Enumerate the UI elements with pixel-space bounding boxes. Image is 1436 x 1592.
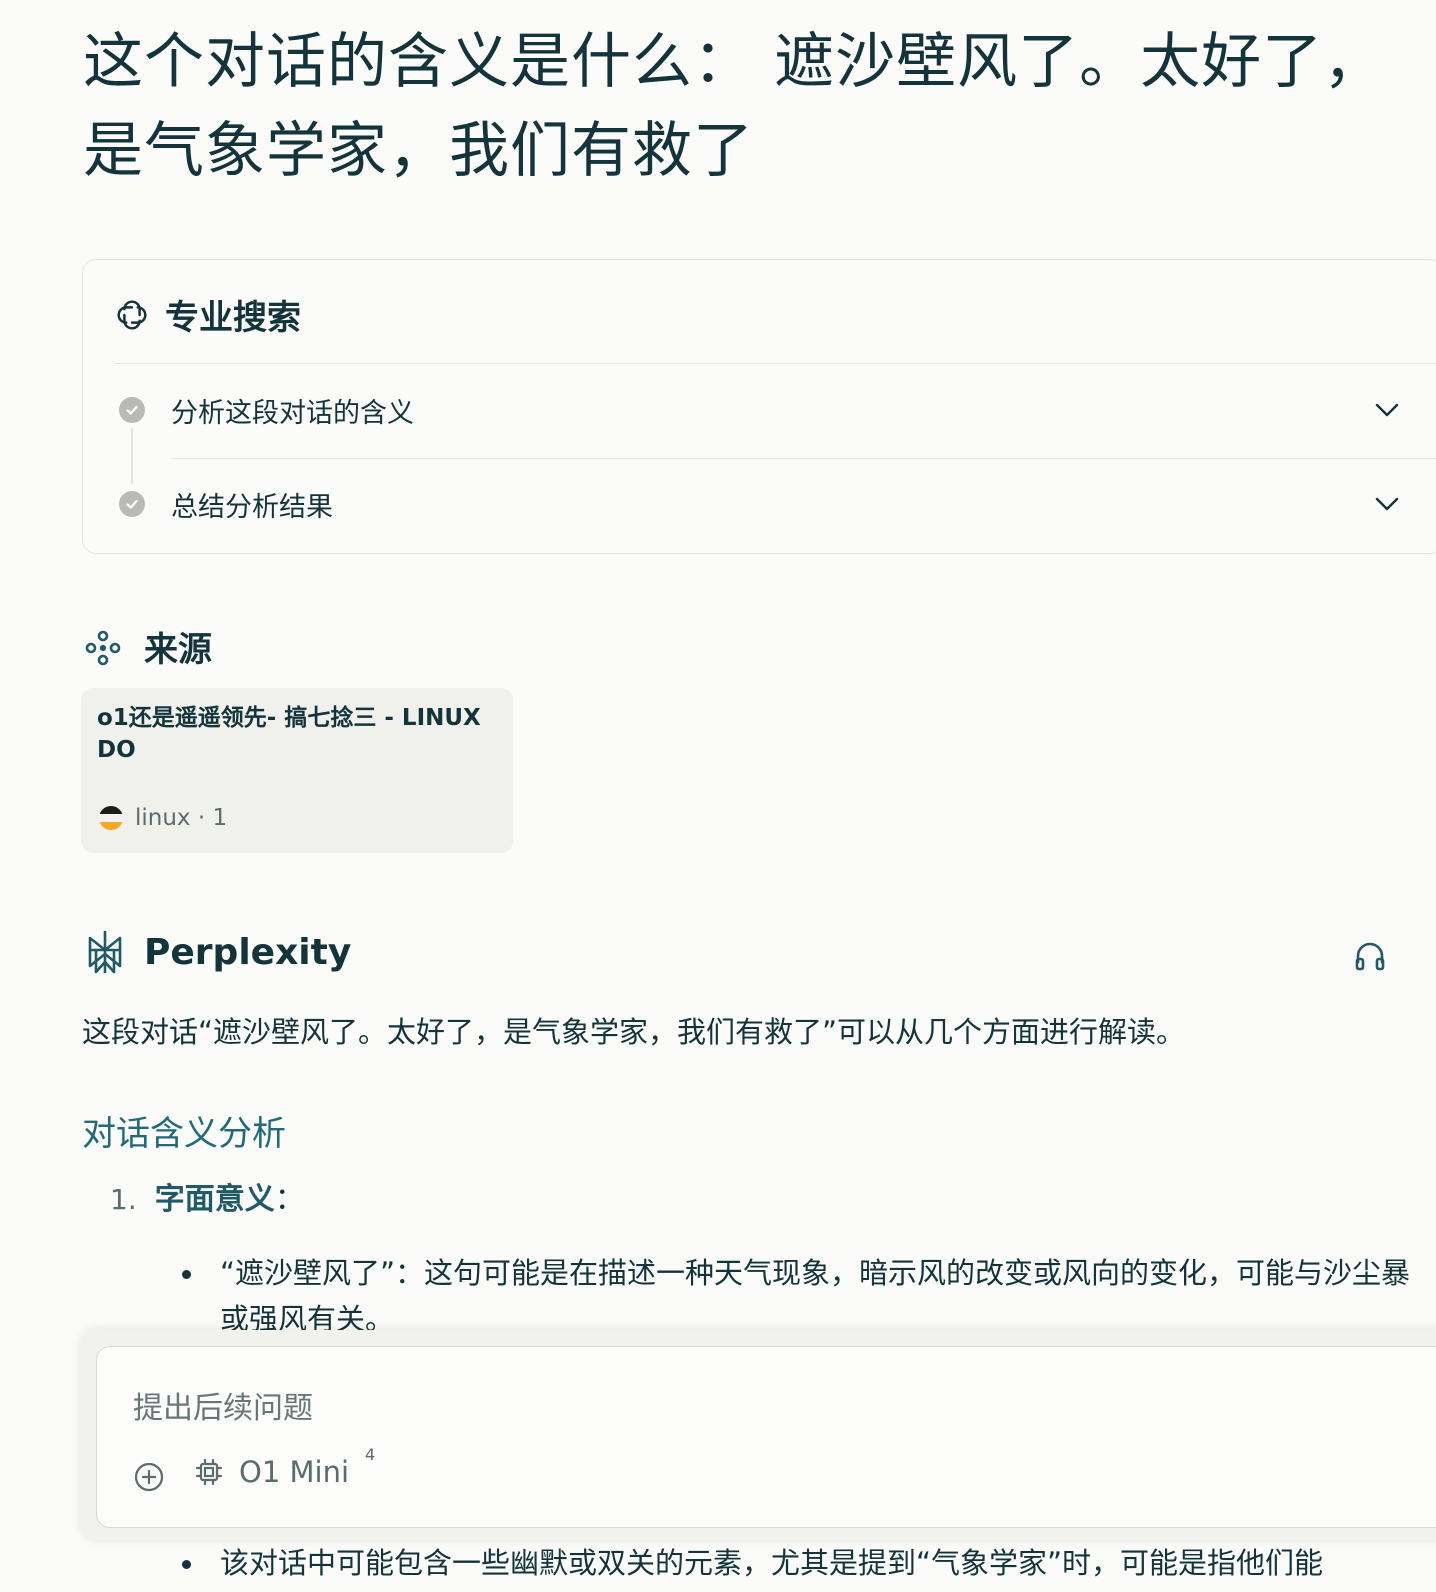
divider [171, 458, 1436, 459]
page-title: 这个对话的含义是什么： 遮沙壁风了。太好了，是气象学家，我们有救了 [83, 27, 1385, 186]
chevron-down-icon[interactable] [1371, 488, 1403, 520]
sources-header: 来源 [84, 622, 212, 671]
pro-search-header: 专业搜索 [113, 290, 301, 339]
list-item-suffix: ： [274, 1182, 305, 1217]
source-card[interactable]: o1还是遥遥领先- 搞七捻三 - LINUX DO linux · 1 [81, 688, 513, 853]
model-badge: 4 [365, 1444, 376, 1464]
answer-intro: 这段对话“遮沙壁风了。太好了，是气象学家，我们有救了”可以从几个方面进行解读。 [82, 1015, 1186, 1049]
pro-search-label: 专业搜索 [165, 298, 301, 338]
source-title: o1还是遥遥领先- 搞七捻三 - LINUX DO [97, 705, 481, 763]
bullet-text: “遮沙壁风了”：这句可能是在描述一种天气现象，暗示风的改变或风向的变化，可能与沙… [220, 1256, 1411, 1336]
divider [115, 363, 1436, 364]
headphones-icon[interactable] [1352, 938, 1388, 974]
bullet-dot [182, 1270, 191, 1279]
sources-icon [85, 630, 121, 665]
pro-search-icon [117, 300, 147, 329]
step-item[interactable]: 总结分析结果 [119, 474, 1436, 534]
follow-up-input[interactable]: 提出后续问题 [133, 1383, 313, 1427]
list-item: 1. 字面意义 ： [110, 1174, 305, 1218]
step-label: 分析这段对话的含义 [171, 397, 414, 429]
check-icon [119, 397, 145, 423]
sources-label: 来源 [144, 630, 212, 670]
bullet-dot [182, 1560, 191, 1569]
follow-up-composer[interactable]: 提出后续问题 O1 Mini 4 [96, 1346, 1436, 1528]
check-icon [119, 491, 145, 517]
section-heading: 对话含义分析 [82, 1114, 286, 1154]
perplexity-logo-icon [88, 931, 122, 974]
chevron-down-icon[interactable] [1371, 394, 1403, 426]
pro-search-card: 专业搜索 分析这段对话的含义 总结分析结果 [82, 259, 1436, 554]
bullet-item: 该对话中可能包含一些幽默或双关的元素，尤其是提到“气象学家”时，可能是指他们能 [182, 1540, 1422, 1586]
source-meta: linux · 1 [99, 805, 227, 831]
add-attachment-icon[interactable] [133, 1461, 165, 1493]
model-name: O1 Mini [239, 1455, 350, 1489]
list-number: 1. [110, 1183, 137, 1216]
answer-header: Perplexity [84, 928, 351, 976]
source-meta-text: linux · 1 [135, 805, 228, 831]
bullet-text: 该对话中可能包含一些幽默或双关的元素，尤其是提到“气象学家”时，可能是指他们能 [220, 1546, 1324, 1580]
bullet-item: “遮沙壁风了”：这句可能是在描述一种天气现象，暗示风的改变或风向的变化，可能与沙… [182, 1250, 1422, 1342]
answer-brand: Perplexity [144, 931, 352, 973]
linux-favicon-icon [99, 806, 123, 830]
cpu-icon [195, 1458, 223, 1486]
step-item[interactable]: 分析这段对话的含义 [119, 380, 1436, 440]
model-selector[interactable]: O1 Mini 4 [193, 1445, 375, 1489]
step-label: 总结分析结果 [171, 491, 333, 523]
list-item-title: 字面意义 [154, 1182, 275, 1217]
